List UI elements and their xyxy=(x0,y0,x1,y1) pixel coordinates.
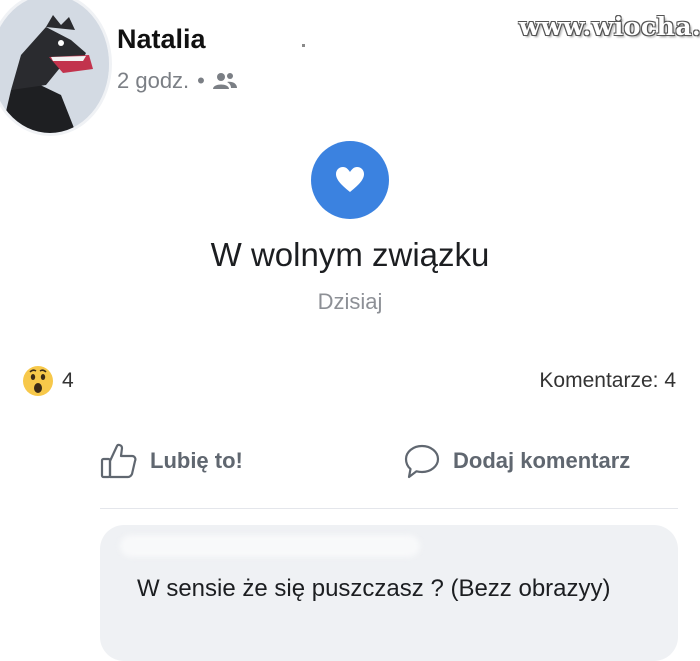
heart-icon xyxy=(336,167,364,192)
divider xyxy=(100,508,678,509)
comment-icon xyxy=(404,444,440,479)
life-event-title: W wolnym związku xyxy=(210,236,490,273)
stray-mark xyxy=(302,44,305,47)
friends-icon[interactable] xyxy=(212,72,237,90)
like-label: Lubię to! xyxy=(150,448,243,473)
comment-label: Dodaj komentarz xyxy=(453,448,631,473)
life-event-date: Dzisiaj xyxy=(317,289,383,314)
avatar[interactable] xyxy=(0,0,112,136)
author-name[interactable]: Natalia xyxy=(117,24,206,55)
post-time[interactable]: 2 godz. xyxy=(117,68,189,94)
watermark: www.wiocha.pl xyxy=(519,12,700,41)
wow-emoji[interactable] xyxy=(22,365,54,402)
comment-button[interactable]: Dodaj komentarz xyxy=(403,442,630,480)
avatar-image xyxy=(0,0,109,133)
wow-emoji-icon xyxy=(23,366,53,396)
blurred-commenter-name xyxy=(120,535,420,557)
post-meta: 2 godz. • xyxy=(117,68,237,94)
meta-separator: • xyxy=(197,68,205,93)
comment-bubble[interactable]: W sensie że się puszczasz ? (Bezz obrazy… xyxy=(100,525,678,661)
comment-text: W sensie że się puszczasz ? (Bezz obrazy… xyxy=(137,575,611,602)
comments-count[interactable]: Komentarze: 4 xyxy=(539,369,676,393)
like-button[interactable]: Lubię to! xyxy=(100,442,243,480)
thumbs-up-icon xyxy=(100,443,137,479)
reaction-count[interactable]: 4 xyxy=(62,369,74,393)
life-event-icon xyxy=(311,141,389,219)
